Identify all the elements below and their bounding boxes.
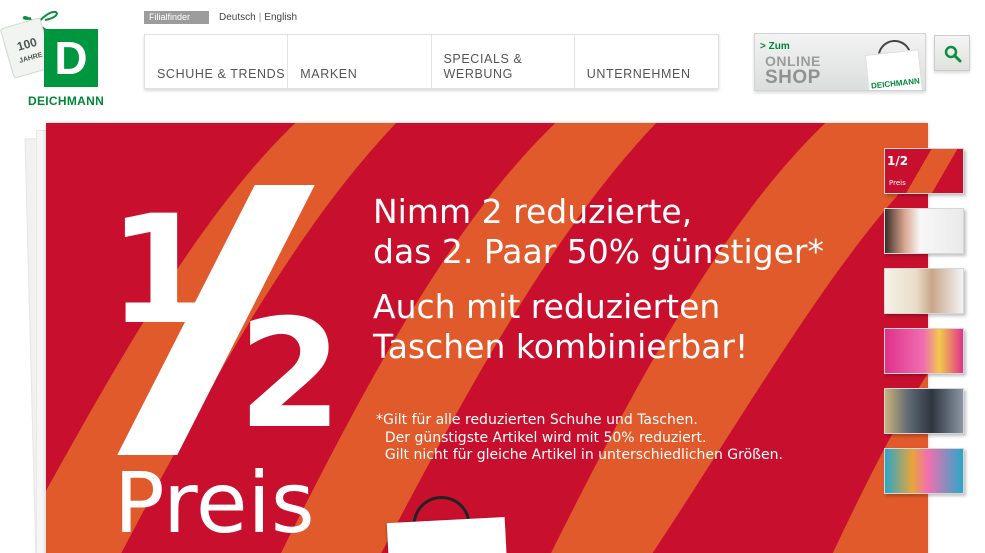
deichmann-logo[interactable]: 100 JAHRE D DEICHMANN [0, 0, 135, 115]
online-shop-line2: SHOP [765, 67, 821, 88]
preis-label: Preis [114, 454, 315, 552]
thumbnail-reduziert-pink[interactable] [884, 328, 964, 374]
thumbnail-image [885, 449, 963, 493]
nav-label: UNTERNEHMEN [586, 67, 691, 81]
thumbnail-image [885, 329, 963, 373]
banner-shopping-bag [386, 516, 508, 553]
logo-letter: D [44, 29, 98, 87]
nav-label: SPECIALS & WERBUNG [443, 52, 523, 81]
nav-label: SCHUHE & TRENDS [157, 67, 286, 81]
logo-wordmark: DEICHMANN [28, 94, 105, 108]
main-navigation: SCHUHE & TRENDS MARKEN SPECIALS & WERBUN… [144, 34, 719, 89]
nav-label: MARKEN [300, 67, 358, 81]
language-deutsch[interactable]: Deutsch [219, 12, 256, 23]
thumbnail-image [885, 389, 963, 433]
filialfinder-link[interactable]: Filialfinder [144, 11, 209, 24]
nav-marken[interactable]: MARKEN [288, 35, 432, 88]
promo-headline-2: Auch mit reduzierten Taschen kombinierba… [373, 287, 749, 366]
thumbnail-sneakers[interactable] [884, 388, 964, 434]
nav-unternehmen[interactable]: UNTERNEHMEN [575, 35, 718, 88]
page: 100 JAHRE D DEICHMANN Filialfinder Deuts… [0, 0, 985, 553]
nav-specials-werbung[interactable]: SPECIALS & WERBUNG [432, 35, 575, 88]
thumbnail-image [885, 209, 963, 253]
thumbnail-promo-women[interactable] [884, 208, 964, 254]
footnote-line: Der günstigste Artikel wird mit 50% redu… [376, 429, 707, 446]
language-switcher: Deutsch | English [219, 11, 297, 24]
thumbnail-label: 1/2 [887, 154, 909, 168]
half-denominator: 2 [238, 288, 343, 462]
promo-footnote: *Gilt für alle reduzierten Schuhe und Ta… [376, 412, 783, 465]
thumbnail-gewinne[interactable] [884, 268, 964, 314]
banner-thumbnails: 1/2 Preis [884, 148, 968, 508]
online-shop-button[interactable]: > Zum ONLINE SHOP DEICHMANN [754, 33, 926, 91]
language-separator: | [258, 12, 262, 23]
search-icon [944, 45, 962, 63]
footnote-line: Gilt nicht für gleiche Artikel in unters… [376, 447, 783, 463]
footnote-line: *Gilt für alle reduzierten Schuhe und Ta… [376, 412, 698, 428]
thumbnail-kids[interactable] [884, 448, 964, 494]
thumbnail-half-price[interactable]: 1/2 Preis [884, 148, 964, 194]
online-shop-prefix: > Zum [760, 41, 790, 52]
thumbnail-sub: Preis [889, 179, 906, 187]
search-button[interactable] [934, 35, 970, 71]
language-english[interactable]: English [264, 12, 297, 23]
thumbnail-image [885, 269, 963, 313]
promo-headline-1: Nimm 2 reduzierte, das 2. Paar 50% günst… [373, 192, 824, 271]
nav-schuhe-trends[interactable]: SCHUHE & TRENDS [145, 35, 289, 88]
